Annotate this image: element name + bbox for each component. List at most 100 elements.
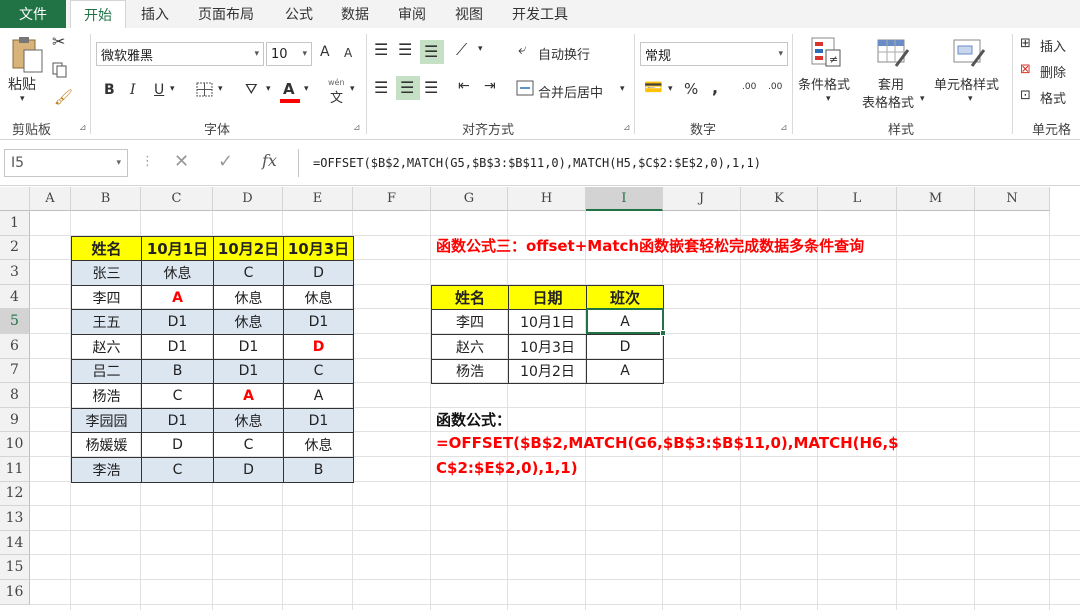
insert-function-icon[interactable]: fx bbox=[262, 151, 277, 170]
column-header-a[interactable]: A bbox=[30, 187, 71, 211]
borders-dropdown-icon[interactable]: ▾ bbox=[218, 84, 223, 94]
font-size-select[interactable]: 10 ▾ bbox=[266, 42, 312, 66]
row-header-4[interactable]: 4 bbox=[0, 284, 30, 310]
schedule-cell[interactable]: 李浩 bbox=[71, 457, 142, 483]
borders-icon[interactable] bbox=[196, 82, 214, 98]
schedule-cell[interactable]: 休息 bbox=[283, 432, 354, 458]
schedule-cell[interactable]: 休息 bbox=[141, 260, 214, 286]
increase-decimal-button[interactable]: .00 bbox=[742, 82, 756, 92]
schedule-cell[interactable]: C bbox=[141, 457, 214, 483]
row-header-13[interactable]: 13 bbox=[0, 506, 30, 531]
format-table-dropdown-icon[interactable]: ▾ bbox=[920, 94, 925, 104]
grow-font-button[interactable]: A bbox=[320, 44, 330, 60]
schedule-cell[interactable]: D1 bbox=[141, 309, 214, 335]
wrap-text-icon[interactable]: ⤶ bbox=[518, 40, 526, 58]
lookup-cell[interactable]: 10月1日 bbox=[508, 309, 587, 335]
fill-color-icon[interactable]: ⛛ bbox=[245, 80, 258, 98]
schedule-cell[interactable]: C bbox=[213, 260, 284, 286]
file-tab[interactable]: 文件 bbox=[0, 0, 66, 28]
format-as-table-icon[interactable] bbox=[876, 36, 910, 70]
cell-styles-icon[interactable] bbox=[952, 36, 986, 70]
row-header-14[interactable]: 14 bbox=[0, 530, 30, 556]
clipboard-launcher-icon[interactable]: ⊿ bbox=[79, 123, 87, 133]
format-as-table-line1[interactable]: 套用 bbox=[878, 74, 904, 93]
underline-dropdown-icon[interactable]: ▾ bbox=[170, 84, 175, 94]
active-cell-border[interactable] bbox=[586, 308, 664, 334]
format-cells-icon[interactable]: ⊡ bbox=[1020, 88, 1031, 103]
comma-style-button[interactable]: , bbox=[712, 78, 718, 97]
orientation-dropdown-icon[interactable]: ▾ bbox=[478, 44, 483, 54]
increase-indent-icon[interactable]: ⇥ bbox=[484, 78, 496, 94]
row-header-3[interactable]: 3 bbox=[0, 260, 30, 285]
paste-icon[interactable] bbox=[10, 36, 44, 74]
bold-button[interactable]: B bbox=[104, 82, 115, 98]
shrink-font-button[interactable]: A bbox=[344, 46, 352, 60]
schedule-cell[interactable]: A bbox=[283, 383, 354, 409]
schedule-cell[interactable]: C bbox=[213, 432, 284, 458]
schedule-cell[interactable]: 赵六 bbox=[71, 334, 142, 360]
merge-dropdown-icon[interactable]: ▾ bbox=[620, 84, 625, 94]
format-as-table-button[interactable]: 表格格式 bbox=[862, 92, 914, 111]
row-header-16[interactable]: 16 bbox=[0, 580, 30, 605]
row-header-1[interactable]: 1 bbox=[0, 211, 30, 236]
schedule-cell[interactable]: D1 bbox=[283, 309, 354, 335]
schedule-header-cell[interactable]: 10月3日 bbox=[283, 235, 354, 262]
percent-style-button[interactable]: % bbox=[684, 80, 698, 98]
lookup-cell[interactable]: 10月2日 bbox=[508, 358, 587, 385]
column-header-i[interactable]: I bbox=[586, 187, 663, 211]
schedule-cell[interactable]: 张三 bbox=[71, 260, 142, 286]
column-header-l[interactable]: L bbox=[818, 187, 897, 211]
lookup-cell[interactable]: 赵六 bbox=[431, 334, 509, 360]
row-header-9[interactable]: 9 bbox=[0, 407, 30, 433]
accounting-dropdown-icon[interactable]: ▾ bbox=[668, 84, 673, 94]
schedule-cell[interactable]: D1 bbox=[141, 334, 214, 360]
paste-dropdown-icon[interactable]: ▾ bbox=[20, 94, 25, 104]
schedule-cell[interactable]: D1 bbox=[213, 334, 284, 360]
cell-styles-dropdown-icon[interactable]: ▾ bbox=[968, 94, 973, 104]
row-header-8[interactable]: 8 bbox=[0, 383, 30, 408]
schedule-cell[interactable]: 王五 bbox=[71, 309, 142, 335]
schedule-cell[interactable]: D bbox=[283, 260, 354, 286]
delete-cells-icon[interactable]: ⊠ bbox=[1020, 62, 1031, 77]
underline-button[interactable]: U bbox=[154, 82, 164, 98]
number-launcher-icon[interactable]: ⊿ bbox=[780, 123, 788, 133]
schedule-cell[interactable]: 休息 bbox=[213, 407, 284, 434]
tab-data[interactable]: 数据 bbox=[341, 0, 369, 28]
fill-color-dropdown-icon[interactable]: ▾ bbox=[266, 84, 271, 94]
phonetic-button[interactable]: 文 bbox=[330, 87, 343, 106]
cancel-icon[interactable]: ✕ bbox=[174, 151, 189, 172]
cut-icon[interactable]: ✂ bbox=[52, 32, 65, 51]
tab-view[interactable]: 视图 bbox=[455, 0, 483, 28]
schedule-header-cell[interactable]: 姓名 bbox=[71, 235, 142, 262]
column-header-f[interactable]: F bbox=[353, 187, 431, 211]
schedule-cell[interactable]: D1 bbox=[141, 407, 214, 434]
schedule-cell[interactable]: C bbox=[283, 358, 354, 385]
number-format-select[interactable]: 常规 ▾ bbox=[640, 42, 788, 66]
accounting-format-icon[interactable]: 💳 bbox=[644, 78, 663, 96]
column-header-n[interactable]: N bbox=[975, 187, 1050, 211]
enter-icon[interactable]: ✓ bbox=[218, 151, 233, 172]
row-header-10[interactable]: 10 bbox=[0, 432, 30, 457]
lookup-cell[interactable]: D bbox=[586, 334, 664, 360]
schedule-cell[interactable]: 吕二 bbox=[71, 358, 142, 385]
phonetic-dropdown-icon[interactable]: ▾ bbox=[350, 84, 355, 94]
insert-cells-button[interactable]: 插入 bbox=[1040, 36, 1066, 55]
schedule-cell[interactable]: A bbox=[141, 284, 214, 311]
schedule-cell[interactable]: C bbox=[141, 383, 214, 409]
row-header-5[interactable]: 5 bbox=[0, 309, 30, 334]
name-box[interactable]: I5 ▾ bbox=[4, 149, 128, 177]
column-header-j[interactable]: J bbox=[663, 187, 741, 211]
schedule-cell[interactable]: B bbox=[141, 358, 214, 385]
lookup-cell[interactable]: 杨浩 bbox=[431, 358, 509, 385]
row-header-6[interactable]: 6 bbox=[0, 334, 30, 359]
alignment-launcher-icon[interactable]: ⊿ bbox=[623, 123, 631, 133]
font-launcher-icon[interactable]: ⊿ bbox=[353, 123, 361, 133]
copy-icon[interactable] bbox=[52, 62, 72, 78]
row-header-12[interactable]: 12 bbox=[0, 481, 30, 507]
tab-developer[interactable]: 开发工具 bbox=[512, 0, 568, 28]
column-header-g[interactable]: G bbox=[431, 187, 508, 211]
formula-input[interactable]: =OFFSET($B$2,MATCH(G5,$B$3:$B$11,0),MATC… bbox=[298, 149, 1078, 177]
tab-page-layout[interactable]: 页面布局 bbox=[198, 0, 254, 28]
schedule-cell[interactable]: B bbox=[283, 457, 354, 483]
column-header-e[interactable]: E bbox=[283, 187, 353, 211]
